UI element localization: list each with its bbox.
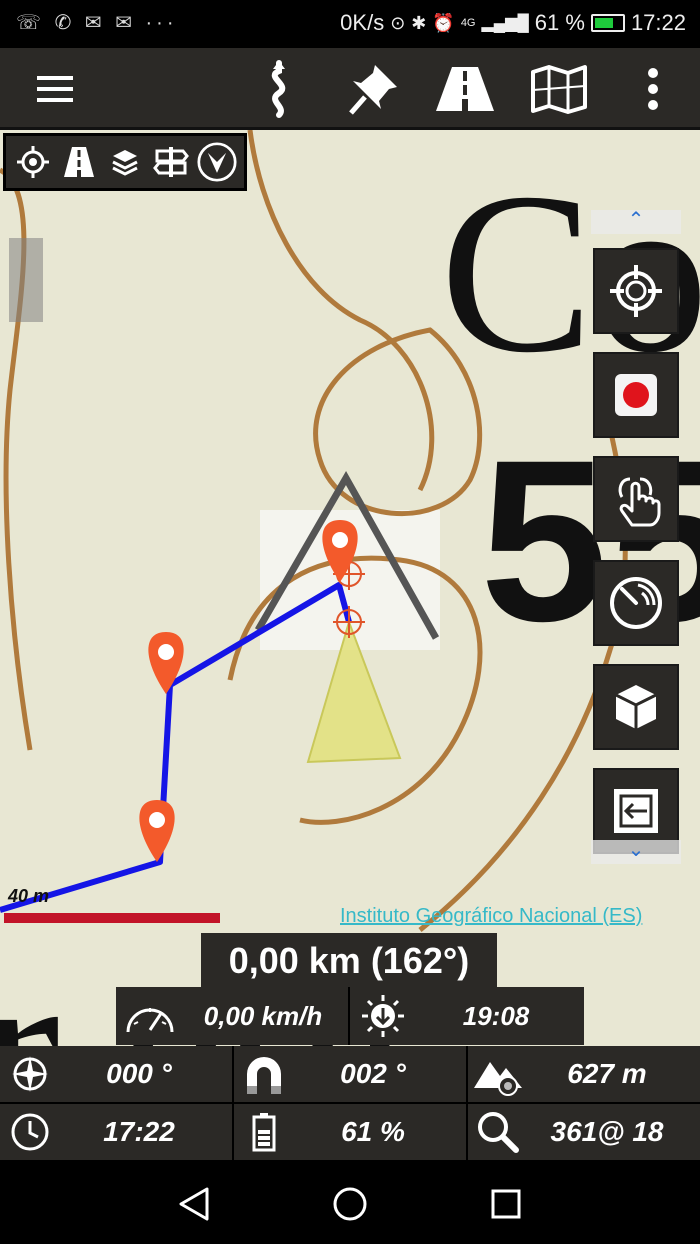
battery-percent: 61 % xyxy=(534,10,585,35)
map-attribution-link[interactable]: Instituto Geográfico Nacional (ES) xyxy=(340,905,642,928)
altitude-value: 627 m xyxy=(567,1058,647,1089)
scale-label: 40 m xyxy=(8,886,50,906)
route-icon xyxy=(271,60,286,118)
pin-icon xyxy=(349,65,397,115)
back-button[interactable] xyxy=(168,1178,220,1230)
mini-layers-button[interactable] xyxy=(105,140,145,184)
battery-status-icon xyxy=(590,14,625,32)
touch-mode-button[interactable] xyxy=(593,456,679,542)
overflow-menu-button[interactable] xyxy=(622,58,684,120)
route-button[interactable] xyxy=(248,58,310,120)
maps-button[interactable] xyxy=(528,58,590,120)
mini-compass-button[interactable] xyxy=(197,140,237,184)
signal-icon: ▂▄▆█ xyxy=(481,15,529,32)
magnet-icon xyxy=(247,1057,281,1094)
touch-icon xyxy=(618,477,661,527)
zoom-cell[interactable]: 361@ 18 xyxy=(468,1104,700,1160)
more-icon xyxy=(648,68,658,110)
scale-bar xyxy=(4,913,220,923)
magnetic-cell[interactable]: 002 ° xyxy=(234,1046,466,1102)
bluetooth-icon: ✱ xyxy=(411,12,427,33)
mini-road-button[interactable] xyxy=(59,140,99,184)
magnifier-icon xyxy=(478,1112,519,1153)
sunset-value: 19:08 xyxy=(462,1000,530,1031)
battery-icon xyxy=(252,1113,276,1152)
altitude-cell[interactable]: 627 m xyxy=(468,1046,700,1102)
distance-readout[interactable]: 0,00 km (162°) xyxy=(201,933,497,989)
center-location-button[interactable] xyxy=(593,248,679,334)
record-track-button[interactable] xyxy=(593,352,679,438)
layers-icon xyxy=(112,150,138,176)
alarm-icon: ⏰ xyxy=(432,12,455,33)
network-speed: 0K/s xyxy=(340,10,385,35)
home-icon xyxy=(333,1187,367,1221)
status-bar: ☏ ✆ ✉ ✉ ··· 0K/s ⊙ ✱ ⏰ 4G ▂▄▆█ 61 % 17:2… xyxy=(0,0,700,48)
magnetic-value: 002 ° xyxy=(340,1058,406,1089)
mountain-icon xyxy=(474,1062,522,1096)
location-status-icon: ⊙ xyxy=(390,12,406,33)
map-view[interactable]: Co 55 r eol xyxy=(0,130,700,1162)
compass-rose-icon xyxy=(12,1056,48,1092)
waypoint-button[interactable] xyxy=(342,58,404,120)
system-nav-bar xyxy=(0,1162,700,1244)
top-toolbar xyxy=(0,48,700,130)
crosshair-icon xyxy=(610,265,662,317)
menu-icon xyxy=(37,76,73,102)
back-icon xyxy=(179,1187,209,1221)
mini-center-button[interactable] xyxy=(13,140,53,184)
mini-toolbar xyxy=(3,133,247,191)
recents-icon xyxy=(491,1189,521,1219)
3d-view-button[interactable] xyxy=(593,664,679,750)
notification-icons: ☏ ✆ ✉ ✉ ··· xyxy=(16,12,178,34)
right-button-panel: ⌃ ⌄ xyxy=(591,210,681,864)
heading-cell[interactable]: 000 ° xyxy=(0,1046,232,1102)
compass-icon xyxy=(197,142,237,182)
crosshair-icon xyxy=(17,146,49,178)
road-icon xyxy=(436,67,494,111)
map-icon xyxy=(531,65,587,114)
tracks-button[interactable] xyxy=(434,58,496,120)
clock-cell[interactable]: 17:22 xyxy=(0,1104,232,1160)
speed-cell[interactable]: 0,00 km/h xyxy=(116,987,350,1045)
road-icon xyxy=(64,147,94,177)
sunset-icon xyxy=(362,995,404,1037)
data-grid: 000 ° 002 ° 627 m 17:22 61 % 361@ 18 xyxy=(0,1046,700,1162)
exit-icon xyxy=(614,789,658,833)
cube-icon xyxy=(615,685,657,729)
clock-icon xyxy=(11,1113,49,1151)
menu-button[interactable] xyxy=(24,58,86,120)
panel-scroll-up-button[interactable]: ⌃ xyxy=(591,210,681,234)
battery-value: 61 % xyxy=(341,1116,405,1147)
speed-value: 0,00 km/h xyxy=(203,1000,323,1031)
status-time: 17:22 xyxy=(630,10,686,35)
speed-row: 0,00 km/h 19:08 xyxy=(116,987,584,1045)
signpost-icon xyxy=(153,147,189,177)
dial-button[interactable] xyxy=(593,560,679,646)
dial-icon xyxy=(610,577,662,629)
mini-signpost-button[interactable] xyxy=(151,140,191,184)
network-type: 4G xyxy=(460,17,476,29)
speedometer-icon xyxy=(126,1008,174,1033)
status-right: 0K/s ⊙ ✱ ⏰ 4G ▂▄▆█ 61 % 17:22 xyxy=(340,10,686,36)
panel-scroll-down-button[interactable]: ⌄ xyxy=(591,840,681,864)
zoom-value: 361@ 18 xyxy=(550,1116,664,1147)
sunset-cell[interactable]: 19:08 xyxy=(350,987,584,1045)
home-button[interactable] xyxy=(324,1178,376,1230)
battery-cell[interactable]: 61 % xyxy=(234,1104,466,1160)
recents-button[interactable] xyxy=(480,1178,532,1230)
heading-value: 000 ° xyxy=(106,1058,172,1089)
record-icon xyxy=(615,374,657,416)
clock-value: 17:22 xyxy=(103,1116,175,1147)
side-drawer-handle[interactable] xyxy=(9,238,43,322)
